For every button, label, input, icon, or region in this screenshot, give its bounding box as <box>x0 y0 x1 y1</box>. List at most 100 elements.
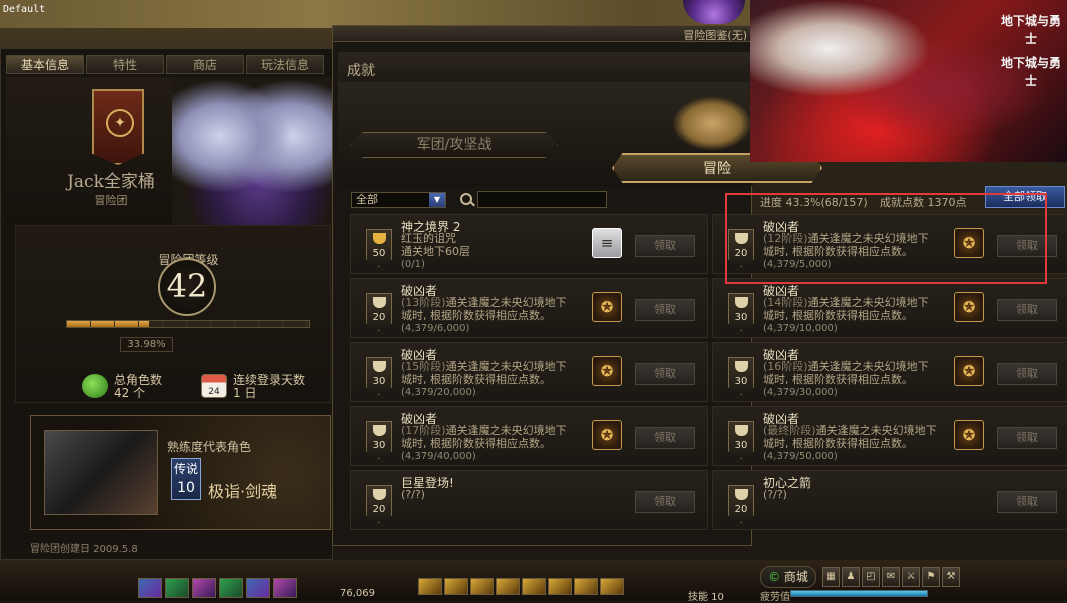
reward-emblem-icon[interactable]: ✪ <box>592 420 622 450</box>
total-characters-stat: 总角色数 42 个 <box>82 374 162 400</box>
achievement-card: 30 破凶者 (17阶段)通关逢魔之未央幻境地下 城时, 根据阶数获得相应点数。 (4,… <box>350 406 708 466</box>
skill-slot[interactable] <box>418 578 442 595</box>
trophy-icon: 30 <box>366 421 392 459</box>
skill-row <box>138 578 297 598</box>
claim-button[interactable]: 领取 <box>997 491 1057 513</box>
trophy-cup-icon <box>373 297 386 308</box>
search-input[interactable] <box>477 191 607 208</box>
rep-rank-level: 10 <box>177 480 195 496</box>
achievement-stage: (15阶段) <box>401 360 446 373</box>
trophy-cup-icon <box>735 297 748 308</box>
achievement-progress: (4,379/40,000) <box>401 451 476 462</box>
achievement-points: 30 <box>734 312 748 323</box>
skill-slot[interactable] <box>548 578 572 595</box>
reward-emblem-icon[interactable]: ✪ <box>954 292 984 322</box>
tab-traits[interactable]: 特性 <box>86 55 164 74</box>
achievement-card: 30 破凶者 (15阶段)通关逢魔之未央幻境地下 城时, 根据阶数获得相应点数。 (4,… <box>350 342 708 402</box>
grid-icon[interactable]: ▦ <box>822 567 840 587</box>
filter-value: 全部 <box>356 193 378 206</box>
skill-slot[interactable] <box>496 578 520 595</box>
achievement-description: (16阶段)通关逢魔之未央幻境地下 城时, 根据阶数获得相应点数。 <box>763 360 948 386</box>
achievement-line2: 城时, 根据阶数获得相应点数。 <box>763 373 913 386</box>
achievement-progress: (4,379/10,000) <box>763 323 838 334</box>
claim-button[interactable]: 领取 <box>635 299 695 321</box>
achievement-line1: 红玉的诅咒 <box>401 232 456 245</box>
skill-slot[interactable] <box>444 578 468 595</box>
skill-slot[interactable] <box>574 578 598 595</box>
search-icon[interactable] <box>460 193 472 205</box>
achievement-stage: (最终阶段) <box>763 424 816 437</box>
representative-title: 熟练度代表角色 <box>167 440 252 454</box>
bag-icon[interactable]: ◰ <box>862 567 880 587</box>
achievement-line2: 城时, 根据阶数获得相应点数。 <box>401 437 551 450</box>
achievement-description: (15阶段)通关逢魔之未央幻境地下 城时, 根据阶数获得相应点数。 <box>401 360 586 386</box>
window-title: 冒险图鉴(无) <box>683 29 747 42</box>
skill-slot[interactable] <box>219 578 243 598</box>
achievement-line2: 城时, 根据阶数获得相应点数。 <box>401 373 551 386</box>
achievement-description: (17阶段)通关逢魔之未央幻境地下 城时, 根据阶数获得相应点数。 <box>401 424 586 450</box>
skill-slot[interactable] <box>165 578 189 598</box>
trophy-cup-icon <box>373 233 386 244</box>
reward-emblem-icon[interactable]: ✪ <box>592 356 622 386</box>
skill-row-2 <box>418 578 624 595</box>
skill-slot[interactable] <box>522 578 546 595</box>
claim-button[interactable]: 领取 <box>635 491 695 513</box>
achievement-points: 20 <box>372 312 386 323</box>
guild-icon[interactable]: ⚑ <box>922 567 940 587</box>
achievement-description: 红玉的诅咒 通关地下60层 <box>401 232 586 258</box>
achievement-card: 50 神之境界 2 红玉的诅咒 通关地下60层 (0/1) ≡ 领取 <box>350 214 708 274</box>
achievement-points: 50 <box>372 248 386 259</box>
reward-emblem-icon[interactable]: ✪ <box>954 420 984 450</box>
trophy-cup-icon <box>373 489 386 500</box>
achievement-line1: 通关逢魔之未央幻境地下 <box>445 360 567 373</box>
category-filter[interactable]: 全部 ▼ <box>351 192 446 208</box>
achievement-progress: (0/1) <box>401 259 425 270</box>
skill-slot[interactable] <box>138 578 162 598</box>
achievement-card: 30 破凶者 (最终阶段)通关逢魔之未央幻境地下 城时, 根据阶数获得相应点数。 (4,… <box>712 406 1067 466</box>
window-titlebar[interactable]: 冒险图鉴(无) <box>333 26 751 42</box>
achievement-card: 30 破凶者 (14阶段)通关逢魔之未央幻境地下 城时, 根据阶数获得相应点数。 (4,… <box>712 278 1067 338</box>
achievement-points: 30 <box>734 376 748 387</box>
tools-icon[interactable]: ⚒ <box>942 567 960 587</box>
skill-slot[interactable] <box>600 578 624 595</box>
claim-button[interactable]: 领取 <box>635 427 695 449</box>
claim-button[interactable]: 领取 <box>997 363 1057 385</box>
skill-slot[interactable] <box>192 578 216 598</box>
achievement-line2: 城时, 根据阶数获得相应点数。 <box>763 437 913 450</box>
skill-slot[interactable] <box>246 578 270 598</box>
claim-button[interactable]: 领取 <box>635 363 695 385</box>
skill-slot[interactable] <box>470 578 494 595</box>
claim-button[interactable]: 领取 <box>635 235 695 257</box>
tab-shop[interactable]: 商店 <box>166 55 244 74</box>
claim-button[interactable]: 领取 <box>997 427 1057 449</box>
claim-button[interactable]: 领取 <box>997 299 1057 321</box>
tab-gameplay-info[interactable]: 玩法信息 <box>246 55 324 74</box>
xp-percent: 33.98% <box>120 337 173 352</box>
login-days-value: 1 日 <box>233 386 257 400</box>
achievement-line1: 通关逢魔之未央幻境地下 <box>807 360 929 373</box>
shop-button[interactable]: © 商城 <box>760 566 816 588</box>
reward-emblem-icon[interactable]: ✪ <box>954 356 984 386</box>
trophy-icon: 20 <box>366 485 392 523</box>
founded-date: 冒险团创建日 2009.5.8 <box>30 544 138 555</box>
achievement-progress: (4,379/30,000) <box>763 387 838 398</box>
mail-icon[interactable]: ✉ <box>882 567 900 587</box>
rep-rank-badge: 传说 10 <box>171 458 201 500</box>
achievement-stage: (17阶段) <box>401 424 446 437</box>
hp-value: 76,069 <box>340 588 375 599</box>
reward-emblem-icon[interactable]: ✪ <box>592 292 622 322</box>
achievement-card: 20 初心之箭 (?/?) 领取 <box>712 470 1067 530</box>
character-icon[interactable]: ♟ <box>842 567 860 587</box>
achievement-line1: (?/?) <box>401 488 425 501</box>
sword-icon[interactable]: ⚔ <box>902 567 920 587</box>
reward-scroll-icon[interactable]: ≡ <box>592 228 622 258</box>
fatigue-label: 疲劳值 <box>760 592 790 603</box>
skill-slot[interactable] <box>273 578 297 598</box>
achievement-points: 30 <box>372 440 386 451</box>
tab-basic-info[interactable]: 基本信息 <box>6 55 84 74</box>
trophy-cup-icon <box>735 489 748 500</box>
achievement-progress: (4,379/20,000) <box>401 387 476 398</box>
chevron-down-icon[interactable]: ▼ <box>429 193 445 207</box>
xp-bar-ticks <box>67 321 309 327</box>
tab-guild-raid[interactable]: 军团/攻坚战 <box>350 132 558 158</box>
